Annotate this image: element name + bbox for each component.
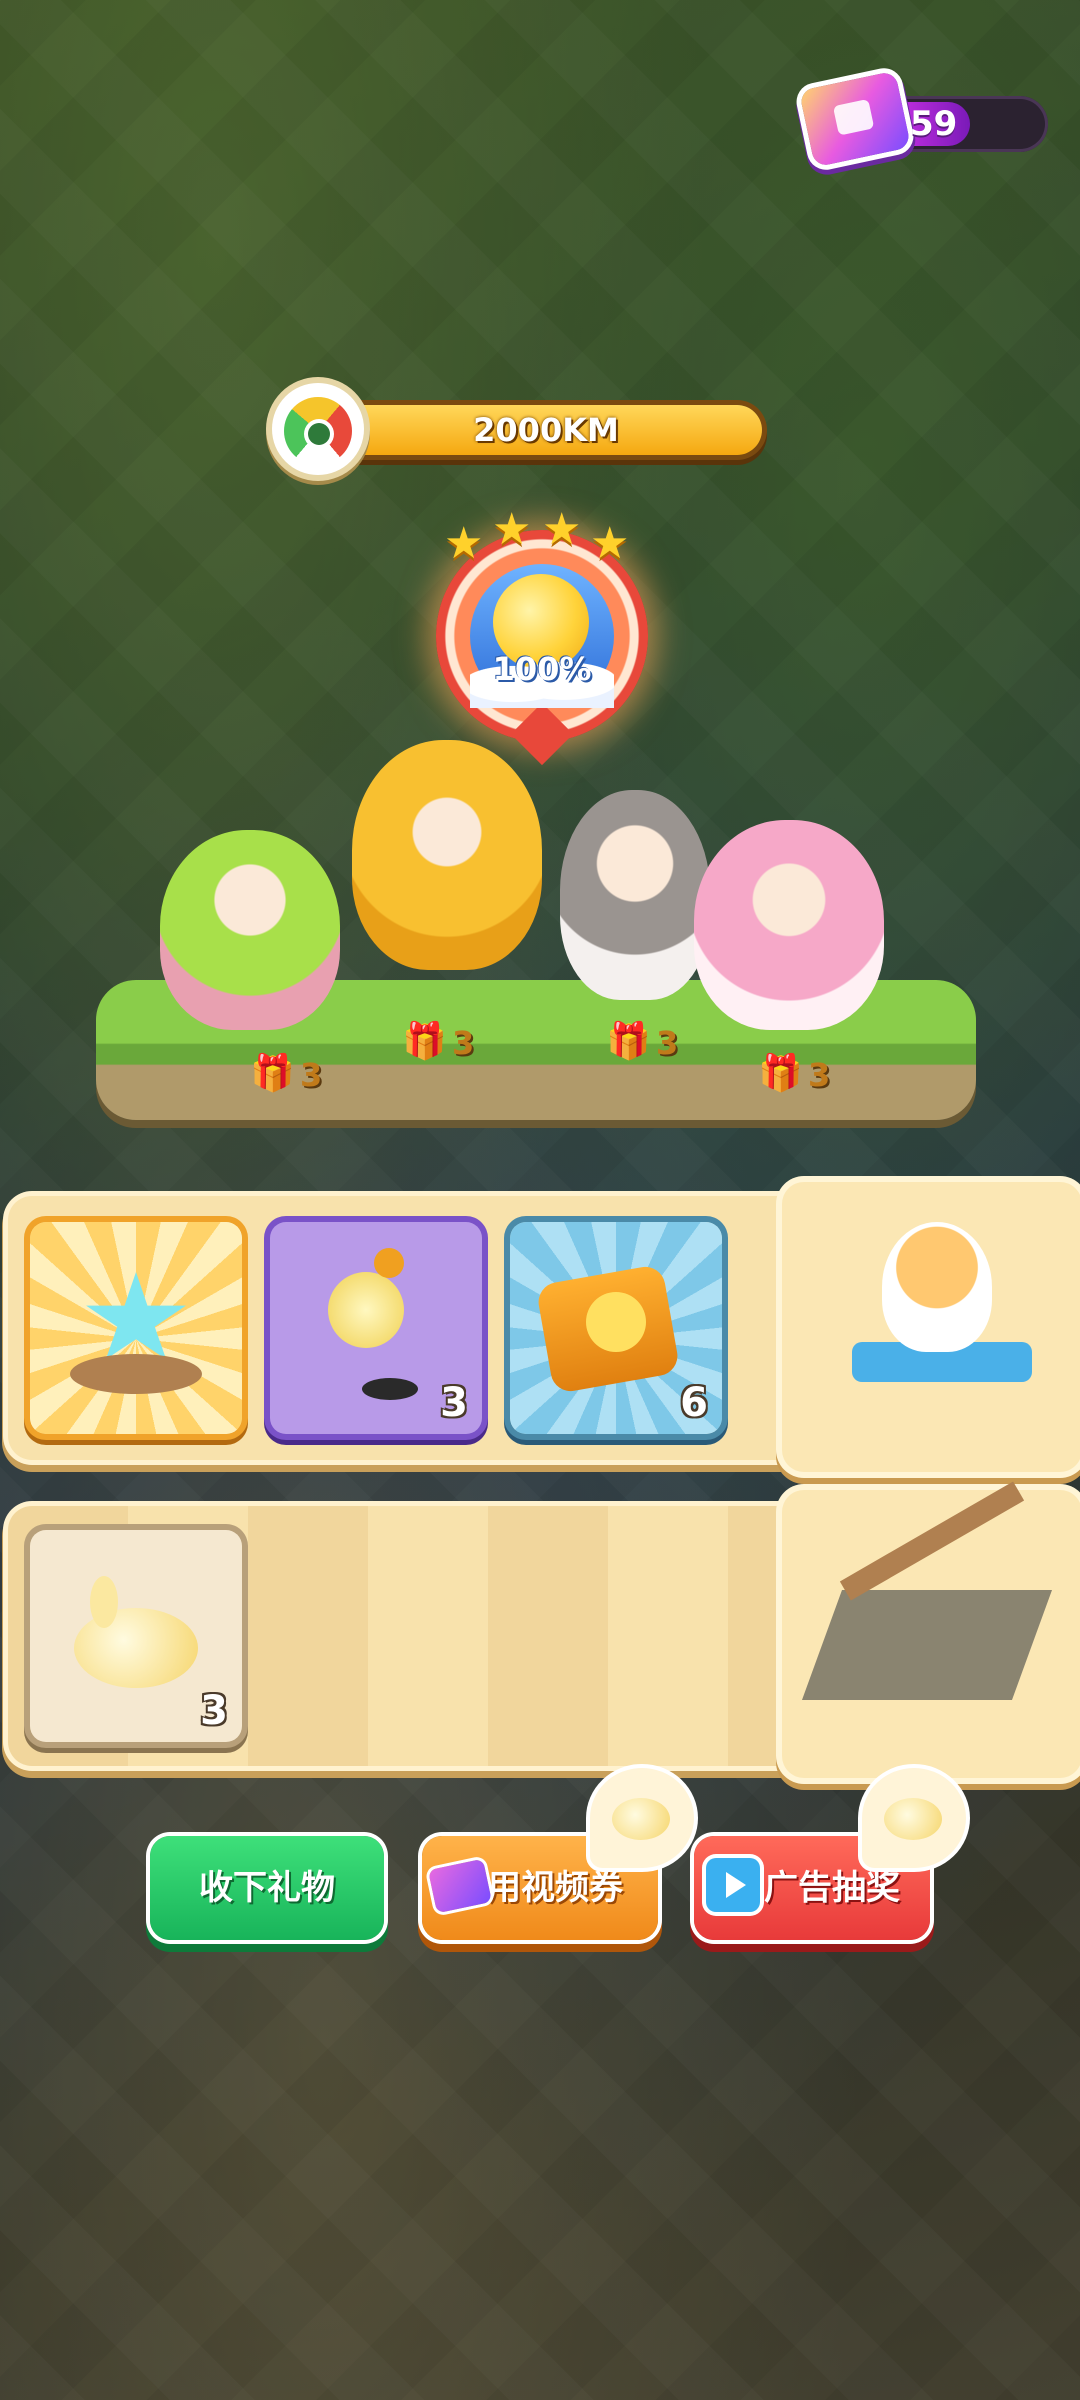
reward-slot-blue-star[interactable] [30, 1222, 242, 1434]
lamp-base-icon [362, 1378, 418, 1400]
reward-count: 6 [680, 1380, 708, 1426]
bunny-ear-icon [90, 1576, 118, 1628]
gift-box-icon: 🎁 [402, 1021, 447, 1062]
star-icon: ★ [492, 504, 532, 555]
gift-box-icon: 🎁 [758, 1053, 803, 1094]
collect-gifts-button[interactable]: 收下礼物 [150, 1836, 384, 1940]
medal-percent: 100% [492, 650, 592, 688]
reward-count: 3 [200, 1688, 228, 1734]
cat-icon [882, 1222, 992, 1352]
reward-bubble [590, 1768, 694, 1868]
star-rating: ★ ★ ★ ★ [444, 504, 634, 566]
gift-box-icon: 🎁 [250, 1053, 295, 1094]
character-gray-haired-cat-girl[interactable] [560, 790, 710, 1000]
tv-play-icon [706, 1858, 760, 1912]
bunny-cushion-icon [74, 1608, 198, 1688]
duck-icon [374, 1248, 404, 1278]
gift-count: 3 [808, 1056, 831, 1094]
reward-bubble [862, 1768, 966, 1868]
reward-count: 3 [440, 1380, 468, 1426]
reward-slot-ring-box[interactable]: 6 [510, 1222, 722, 1434]
star-icon: ★ [444, 518, 484, 569]
ticket-count: 59 [910, 104, 958, 144]
duckling-icon [586, 1292, 646, 1352]
reward-slot-bunny-cushion[interactable]: 3 [30, 1530, 242, 1742]
bunny-cushion-icon [884, 1798, 942, 1840]
lamp-bulb-icon [328, 1272, 404, 1348]
gift-count: 3 [656, 1024, 679, 1062]
side-card-cat-bench[interactable] [782, 1182, 1080, 1472]
gift-box-icon: 🎁 [606, 1021, 651, 1062]
star-icon: ★ [542, 504, 582, 555]
gift-count: 3 [452, 1024, 475, 1062]
trapdoor-lid-icon [839, 1481, 1025, 1601]
distance-value: 2000KM [473, 411, 619, 449]
speedometer-icon [272, 383, 364, 475]
character-green-bunny-girl[interactable] [160, 830, 340, 1030]
side-card-trapdoor[interactable] [782, 1481, 1080, 1778]
dirt-mound-icon [70, 1354, 202, 1394]
trapdoor-icon [801, 1590, 1053, 1700]
bunny-cushion-icon [612, 1798, 670, 1840]
character-golden-fox-girl[interactable] [352, 740, 542, 970]
reward-slot-duck-lamp[interactable]: 3 [270, 1222, 482, 1434]
gift-count: 3 [300, 1056, 323, 1094]
star-icon: ★ [590, 518, 630, 569]
character-pink-haired-cat-girl[interactable] [694, 820, 884, 1030]
